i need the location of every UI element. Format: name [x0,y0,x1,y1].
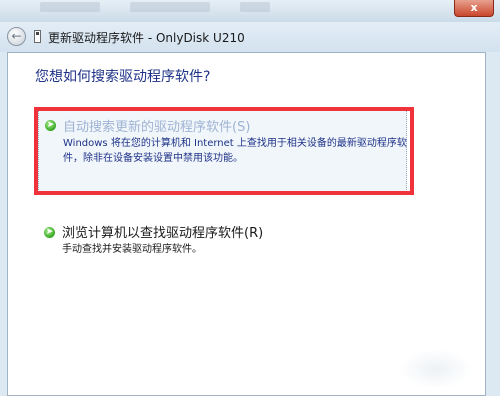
dialog-heading: 您想如何搜索驱动程序软件? [35,69,211,85]
blurred-background-text [130,2,210,12]
back-button[interactable]: ← [7,27,26,46]
option-browse-computer[interactable]: ➤ 浏览计算机以查找驱动程序软件(R) 手动查找并安装驱动程序软件。 [38,218,418,262]
close-button[interactable]: x [454,0,494,17]
blurred-background-text [240,2,270,12]
usb-device-icon [34,30,41,43]
background-window-strip: x [0,0,500,22]
title-bar: ← 更新驱动程序软件 - OnlyDisk U210 [0,22,500,52]
update-driver-dialog: ← 更新驱动程序软件 - OnlyDisk U210 您想如何搜索驱动程序软件?… [0,22,500,396]
green-arrow-icon: ➤ [44,227,55,238]
watermark [399,349,473,389]
option-description: 手动查找并安装驱动程序软件。 [62,244,202,255]
option-title: 浏览计算机以查找驱动程序软件(R) [62,226,264,241]
window-title: 更新驱动程序软件 - OnlyDisk U210 [48,31,245,45]
red-highlight-box [34,107,414,195]
blurred-background-text [40,2,100,12]
back-arrow-icon: ← [11,29,22,43]
dialog-content: 您想如何搜索驱动程序软件? ➤ 自动搜索更新的驱动程序软件(S) Windows… [7,52,486,396]
